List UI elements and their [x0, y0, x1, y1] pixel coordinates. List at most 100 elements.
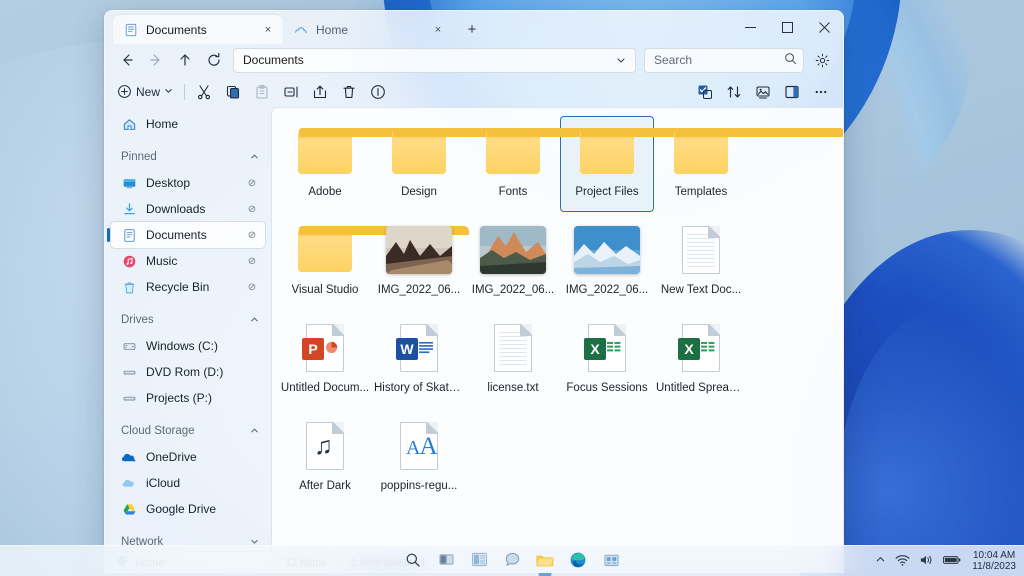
refresh-button[interactable]: [200, 47, 227, 74]
file-item[interactable]: New Text Doc...: [654, 214, 748, 310]
sidebar-item-google-drive[interactable]: Google Drive: [111, 496, 265, 522]
tab-strip: Documents × Home × +: [105, 11, 485, 44]
sidebar-item-desktop[interactable]: Desktop ⊘: [111, 170, 265, 196]
file-name: History of Skate...: [374, 382, 464, 394]
file-item[interactable]: P Untitled Docum...: [278, 312, 372, 408]
copy-button[interactable]: [219, 79, 247, 105]
sidebar-item-label: DVD Rom (D:): [146, 365, 224, 379]
back-button[interactable]: [113, 47, 140, 74]
sidebar-item-downloads[interactable]: Downloads ⊘: [111, 196, 265, 222]
file-item[interactable]: IMG_2022_06...: [560, 214, 654, 310]
ellipsis-icon[interactable]: [807, 79, 835, 105]
taskbar-store[interactable]: [597, 548, 625, 574]
properties-button[interactable]: [364, 79, 392, 105]
sidebar-item-label: iCloud: [146, 476, 181, 490]
unpin-icon[interactable]: ⊘: [245, 204, 259, 215]
file-item[interactable]: ♫ After Dark: [278, 410, 372, 506]
up-button[interactable]: [171, 47, 198, 74]
cut-button[interactable]: [190, 79, 218, 105]
search-input[interactable]: Search: [644, 47, 804, 73]
tab-documents[interactable]: Documents ×: [113, 15, 283, 44]
file-item[interactable]: Adobe: [278, 116, 469, 212]
chevron-up-icon[interactable]: [250, 152, 259, 163]
sidebar-item-icloud[interactable]: iCloud: [111, 470, 265, 496]
unpin-icon[interactable]: ⊘: [245, 256, 259, 267]
command-bar: New: [105, 76, 843, 107]
unpin-icon[interactable]: ⊘: [245, 178, 259, 189]
taskbar-file-explorer[interactable]: [531, 548, 559, 574]
minimize-button[interactable]: [732, 11, 769, 44]
battery-icon[interactable]: [943, 554, 961, 569]
unpin-icon[interactable]: ⊘: [245, 282, 259, 293]
file-item[interactable]: IMG_2022_06...: [466, 214, 560, 310]
documents-folder-icon: [123, 22, 138, 37]
sidebar-item-onedrive[interactable]: OneDrive: [111, 444, 265, 470]
file-item[interactable]: X Focus Sessions: [560, 312, 654, 408]
file-item[interactable]: IMG_2022_06...: [372, 214, 466, 310]
new-tab-button[interactable]: +: [459, 16, 485, 42]
file-item[interactable]: X Untitled Spreads...: [654, 312, 748, 408]
onedrive-icon: [121, 449, 137, 465]
close-button[interactable]: [806, 11, 843, 44]
taskbar-buttons: [0, 546, 1024, 576]
chevron-down-icon[interactable]: [164, 86, 173, 97]
tab-home[interactable]: Home ×: [283, 15, 453, 44]
delete-button[interactable]: [335, 79, 363, 105]
sidebar-group-pinned[interactable]: Pinned: [111, 144, 265, 170]
taskbar-widgets[interactable]: [465, 548, 493, 574]
tab-close-icon[interactable]: ×: [429, 21, 447, 39]
sidebar-item-recycle-bin[interactable]: Recycle Bin ⊘: [111, 274, 265, 300]
maximize-button[interactable]: [769, 11, 806, 44]
audio-file-icon: ♫: [306, 417, 344, 475]
taskbar: 10:04 AM 11/8/2023: [0, 545, 1024, 576]
sidebar-item-windows-c[interactable]: Windows (C:): [111, 333, 265, 359]
file-item[interactable]: AA poppins-regu...: [372, 410, 466, 506]
clock[interactable]: 10:04 AM 11/8/2023: [970, 550, 1016, 572]
sidebar-item-dvd-rom-d[interactable]: DVD Rom (D:): [111, 359, 265, 385]
sidebar-item-documents[interactable]: Documents ⊘: [107, 222, 265, 248]
sidebar-item-home[interactable]: Home: [111, 111, 265, 137]
tab-close-icon[interactable]: ×: [259, 21, 277, 39]
tray-chevron-up-icon[interactable]: [875, 554, 886, 568]
sidebar-group-cloud-storage[interactable]: Cloud Storage: [111, 418, 265, 444]
sidebar-item-music[interactable]: Music ⊘: [111, 248, 265, 274]
chevron-up-icon[interactable]: [250, 315, 259, 326]
taskbar-chat[interactable]: [498, 548, 526, 574]
sort-select-icon[interactable]: [691, 79, 719, 105]
view-gallery-icon[interactable]: [749, 79, 777, 105]
taskbar-edge[interactable]: [564, 548, 592, 574]
volume-icon[interactable]: [919, 553, 934, 570]
file-item[interactable]: license.txt: [466, 312, 560, 408]
window-controls: [732, 11, 843, 44]
rename-button[interactable]: [277, 79, 305, 105]
toolbar-separator: [184, 83, 186, 100]
file-name: license.txt: [487, 382, 539, 394]
excel-file-icon: X: [678, 319, 720, 377]
wifi-icon[interactable]: [895, 553, 910, 570]
address-text: Documents: [243, 53, 304, 67]
sidebar-group-drives[interactable]: Drives: [111, 307, 265, 333]
sidebar-item-projects-p[interactable]: Projects (P:): [111, 385, 265, 411]
chevron-down-icon[interactable]: [613, 55, 629, 65]
taskbar-search[interactable]: [399, 548, 427, 574]
unpin-icon[interactable]: ⊘: [245, 230, 259, 241]
forward-button[interactable]: [142, 47, 169, 74]
music-icon: [121, 253, 137, 269]
search-placeholder: Search: [654, 53, 693, 67]
share-button[interactable]: [306, 79, 334, 105]
sidebar-item-label: Downloads: [146, 202, 206, 216]
taskbar-task-view[interactable]: [432, 548, 460, 574]
chevron-up-icon[interactable]: [250, 426, 259, 437]
file-list-view[interactable]: Adobe Design Fonts Project Files Templat…: [271, 107, 843, 551]
sort-arrows-icon[interactable]: [720, 79, 748, 105]
paste-button[interactable]: [248, 79, 276, 105]
details-pane-icon[interactable]: [778, 79, 806, 105]
file-item[interactable]: Visual Studio: [278, 214, 469, 310]
file-name: IMG_2022_06...: [471, 284, 555, 296]
folder-icon: [392, 123, 563, 181]
folder-icon: [298, 123, 469, 181]
gear-icon[interactable]: [809, 47, 835, 73]
file-item[interactable]: W History of Skate...: [372, 312, 466, 408]
new-button[interactable]: New: [111, 79, 179, 105]
address-bar[interactable]: Documents: [233, 47, 636, 73]
